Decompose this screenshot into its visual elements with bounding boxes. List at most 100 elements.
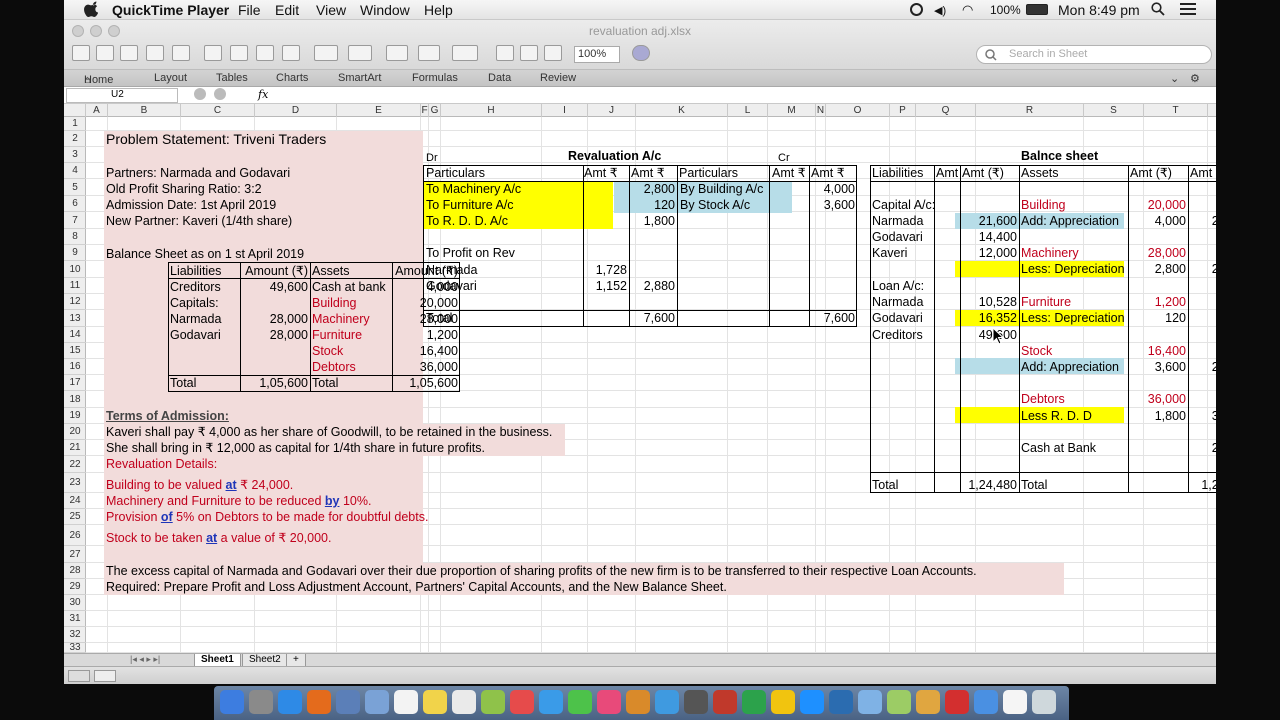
row-header-21[interactable]: 21 <box>64 440 86 456</box>
menu-window[interactable]: Window <box>360 2 410 18</box>
row-header-31[interactable]: 31 <box>64 611 86 627</box>
column-header-R[interactable]: R <box>976 104 1084 117</box>
tab-tables[interactable]: Tables <box>216 72 248 84</box>
row-header-20[interactable]: 20 <box>64 424 86 440</box>
row-header-3[interactable]: 3 <box>64 147 86 163</box>
dock-app-icon[interactable] <box>365 690 389 714</box>
dock-app-icon[interactable] <box>771 690 795 714</box>
cancel-formula-icon[interactable] <box>194 88 206 100</box>
save-icon[interactable] <box>146 45 164 61</box>
undo-icon[interactable] <box>314 45 338 61</box>
dock-app-icon[interactable] <box>800 690 824 714</box>
row-header-7[interactable]: 7 <box>64 212 86 229</box>
column-header-M[interactable]: M <box>768 104 816 117</box>
row-header-24[interactable]: 24 <box>64 493 86 509</box>
dock-app-icon[interactable] <box>655 690 679 714</box>
redo-icon[interactable] <box>348 45 372 61</box>
dock-app-icon[interactable] <box>394 690 418 714</box>
column-header-J[interactable]: J <box>588 104 636 117</box>
fx-icon[interactable]: fx <box>258 88 268 101</box>
select-all-corner[interactable] <box>64 104 86 117</box>
row-header-29[interactable]: 29 <box>64 579 86 595</box>
tab-review[interactable]: Review <box>540 72 576 84</box>
row-header-16[interactable]: 16 <box>64 359 86 375</box>
row-header-15[interactable]: 15 <box>64 343 86 359</box>
notification-center-icon[interactable] <box>1180 2 1196 19</box>
tab-formulas[interactable]: Formulas <box>412 72 458 84</box>
function-icon[interactable] <box>496 45 514 61</box>
dock-app-icon[interactable] <box>423 690 447 714</box>
dock-app-icon[interactable] <box>249 690 273 714</box>
dock-app-icon[interactable] <box>916 690 940 714</box>
row-header-33[interactable]: 33 <box>64 643 86 653</box>
row-header-10[interactable]: 10 <box>64 261 86 278</box>
record-icon[interactable] <box>910 3 923 16</box>
column-header-O[interactable]: O <box>826 104 890 117</box>
dock-app-icon[interactable] <box>452 690 476 714</box>
tab-layout[interactable]: Layout <box>154 72 187 84</box>
collapse-ribbon-icon[interactable]: ⌄ <box>1170 72 1179 85</box>
column-header-P[interactable]: P <box>890 104 916 117</box>
column-header-L[interactable]: L <box>728 104 768 117</box>
dock-app-icon[interactable] <box>684 690 708 714</box>
dock-app-icon[interactable] <box>220 690 244 714</box>
row-header-4[interactable]: 4 <box>64 163 86 179</box>
column-header-Q[interactable]: Q <box>916 104 976 117</box>
page-layout-view-icon[interactable] <box>94 670 116 682</box>
dock-app-icon[interactable] <box>974 690 998 714</box>
column-header-E[interactable]: E <box>337 104 421 117</box>
row-header-27[interactable]: 27 <box>64 546 86 563</box>
help-icon[interactable] <box>632 45 650 61</box>
dock-app-icon[interactable] <box>336 690 360 714</box>
column-header-D[interactable]: D <box>255 104 337 117</box>
sort-icon[interactable] <box>418 45 440 61</box>
toolbox-icon[interactable] <box>544 45 562 61</box>
dock-app-icon[interactable] <box>887 690 911 714</box>
row-header-22[interactable]: 22 <box>64 456 86 473</box>
column-header-B[interactable]: B <box>108 104 181 117</box>
dock-app-icon[interactable] <box>510 690 534 714</box>
row-header-28[interactable]: 28 <box>64 563 86 579</box>
formula-input[interactable] <box>274 87 1204 103</box>
dock-app-icon[interactable] <box>742 690 766 714</box>
row-header-17[interactable]: 17 <box>64 375 86 391</box>
dock-app-icon[interactable] <box>626 690 650 714</box>
row-header-13[interactable]: 13 <box>64 310 86 327</box>
dock-app-icon[interactable] <box>713 690 737 714</box>
menu-help[interactable]: Help <box>424 2 453 18</box>
row-header-8[interactable]: 8 <box>64 229 86 245</box>
dock-app-icon[interactable] <box>858 690 882 714</box>
column-header-S[interactable]: S <box>1084 104 1144 117</box>
volume-icon[interactable]: ◀) <box>934 4 946 17</box>
dock-app-icon[interactable] <box>568 690 592 714</box>
row-header-9[interactable]: 9 <box>64 245 86 261</box>
row-header-6[interactable]: 6 <box>64 196 86 212</box>
dock-app-icon[interactable] <box>481 690 505 714</box>
clock[interactable]: Mon 8:49 pm <box>1058 2 1140 18</box>
column-header-C[interactable]: C <box>181 104 255 117</box>
row-header-1[interactable]: 1 <box>64 117 86 131</box>
paste-icon[interactable] <box>256 45 274 61</box>
dock-app-icon[interactable] <box>829 690 853 714</box>
menu-file[interactable]: File <box>238 2 261 18</box>
apple-icon[interactable] <box>84 1 98 17</box>
sheet-nav-arrows[interactable]: |◂ ◂ ▸ ▸| <box>130 654 160 665</box>
row-header-23[interactable]: 23 <box>64 473 86 493</box>
column-header-N[interactable]: N <box>816 104 826 117</box>
tab-charts[interactable]: Charts <box>276 72 308 84</box>
column-header-A[interactable]: A <box>86 104 108 117</box>
battery-icon[interactable] <box>1026 4 1048 15</box>
tab-smartart[interactable]: SmartArt <box>338 72 381 84</box>
autosum-icon[interactable] <box>386 45 408 61</box>
copy-icon[interactable] <box>230 45 248 61</box>
row-header-32[interactable]: 32 <box>64 627 86 643</box>
row-header-2[interactable]: 2 <box>64 131 86 147</box>
dock-app-icon[interactable] <box>945 690 969 714</box>
dock-app-icon[interactable] <box>539 690 563 714</box>
filter-icon[interactable] <box>452 45 478 61</box>
confirm-formula-icon[interactable] <box>214 88 226 100</box>
column-header-G[interactable]: G <box>429 104 441 117</box>
templates-icon[interactable] <box>96 45 114 61</box>
row-header-14[interactable]: 14 <box>64 327 86 343</box>
tab-data[interactable]: Data <box>488 72 511 84</box>
